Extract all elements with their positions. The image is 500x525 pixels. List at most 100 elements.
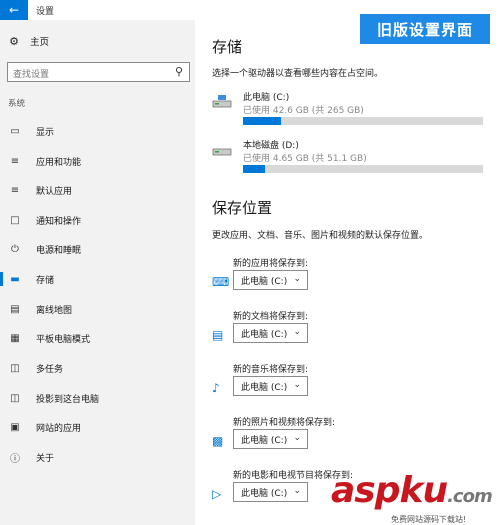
sidebar-item-label: 应用和功能 [36, 157, 82, 168]
sidebar-item-web-apps[interactable]: ▣ 网站的应用 [0, 417, 195, 437]
sidebar-item-projecting[interactable]: ◫ 投影到这台电脑 [0, 388, 195, 408]
sidebar-item-notifications[interactable]: □ 通知和操作 [0, 210, 195, 230]
search-placeholder: 查找设置 [13, 70, 50, 80]
picture-icon: ▩ [212, 434, 224, 448]
save-location-select[interactable]: 此电脑 (C:) ⌄ [233, 270, 308, 290]
sidebar-item-display[interactable]: ▭ 显示 [0, 121, 195, 141]
logo-dot: .com [447, 486, 493, 507]
project-icon: ◫ [10, 392, 20, 404]
sidebar-item-tablet-mode[interactable]: ▦ 平板电脑模式 [0, 328, 195, 348]
drive-usage-bar [243, 117, 483, 125]
sidebar-item-apps[interactable]: ≡ 应用和功能 [0, 151, 195, 171]
chevron-down-icon: ⌄ [293, 433, 301, 443]
power-icon: ⏻ [11, 243, 19, 255]
watermark-subtitle: 免费网站源码下载站! [391, 515, 467, 524]
sidebar-item-label: 多任务 [36, 364, 64, 375]
page-title: 存储 [212, 38, 243, 56]
drive-c[interactable]: 此电脑 (C:) 已使用 42.6 GB (共 265 GB) [212, 90, 483, 130]
chevron-down-icon: ⌄ [293, 486, 301, 496]
sidebar-item-about[interactable]: ⓘ 关于 [0, 447, 195, 467]
folder-icon: ▤ [212, 328, 224, 342]
chevron-down-icon: ⌄ [293, 327, 301, 337]
home-label: 主页 [30, 37, 50, 48]
watermark: aspku.com 免费网站源码下载站! [325, 470, 500, 525]
main-content: 旧版设置界面 存储 选择一个驱动器以查看哪些内容在占空间。 此电脑 (C:) 已… [195, 14, 500, 525]
section-label: 系统 [8, 99, 26, 109]
chevron-down-icon: ⌄ [293, 380, 301, 390]
map-icon: ▤ [10, 303, 20, 315]
active-indicator [0, 272, 3, 286]
drive-usage: 已使用 42.6 GB (共 265 GB) [243, 106, 364, 116]
save-location-label: 新的音乐将保存到: [233, 365, 309, 375]
back-button[interactable]: ← [0, 0, 28, 20]
logo-ku: ku [399, 470, 449, 511]
drive-name: 本地磁盘 (D:) [243, 141, 299, 151]
notification-icon: □ [10, 214, 20, 226]
drive-usage: 已使用 4.65 GB (共 51.1 GB) [243, 154, 367, 164]
drive-d[interactable]: 本地磁盘 (D:) 已使用 4.65 GB (共 51.1 GB) [212, 138, 483, 178]
sidebar-item-label: 电源和睡眠 [36, 245, 82, 256]
save-location-label: 新的文档将保存到: [233, 312, 309, 322]
local-drive-icon [212, 148, 232, 156]
save-location-select[interactable]: 此电脑 (C:) ⌄ [233, 482, 308, 502]
save-location-select[interactable]: 此电脑 (C:) ⌄ [233, 323, 308, 343]
old-settings-badge: 旧版设置界面 [360, 14, 490, 44]
drive-usage-bar [243, 165, 483, 173]
storage-icon: ▬ [10, 273, 20, 285]
sidebar-item-label: 投影到这台电脑 [36, 394, 100, 405]
drive-name: 此电脑 (C:) [243, 93, 290, 103]
info-icon: ⓘ [10, 453, 20, 465]
watermark-logo: aspku.com [331, 470, 493, 511]
select-value: 此电脑 (C:) [241, 382, 288, 393]
save-location-music: 新的音乐将保存到: ♪ 此电脑 (C:) ⌄ [212, 362, 492, 407]
select-value: 此电脑 (C:) [241, 276, 288, 287]
sidebar-item-default-apps[interactable]: ≡ 默认应用 [0, 180, 195, 200]
sidebar-item-label: 网站的应用 [36, 423, 82, 434]
save-locations-description: 更改应用、文档、音乐、图片和视频的默认保存位置。 [212, 231, 429, 241]
select-value: 此电脑 (C:) [241, 435, 288, 446]
arrow-left-icon: ← [8, 3, 20, 17]
video-icon: ▷ [212, 487, 222, 501]
sidebar-item-label: 默认应用 [36, 186, 73, 197]
system-drive-icon [212, 95, 232, 108]
storage-description: 选择一个驱动器以查看哪些内容在占空间。 [212, 69, 384, 79]
tablet-icon: ▦ [10, 332, 20, 344]
sidebar-item-power[interactable]: ⏻ 电源和睡眠 [0, 239, 195, 259]
list-icon: ≡ [10, 155, 20, 167]
select-value: 此电脑 (C:) [241, 488, 288, 499]
sidebar-item-multitasking[interactable]: ◫ 多任务 [0, 358, 195, 378]
keyboard-icon: ⌨ [212, 275, 230, 289]
window-title: 设置 [36, 7, 55, 17]
web-app-icon: ▣ [10, 421, 20, 433]
sidebar: ⚙ 主页 查找设置 ⚲ 系统 ▭ 显示 ≡ 应用和功能 ≡ 默认应用 □ 通知和… [0, 20, 195, 525]
save-location-select[interactable]: 此电脑 (C:) ⌄ [233, 376, 308, 396]
search-input[interactable]: 查找设置 ⚲ [7, 62, 190, 82]
sidebar-item-label: 平板电脑模式 [36, 334, 91, 345]
monitor-icon: ▭ [10, 125, 20, 137]
music-note-icon: ♪ [212, 381, 220, 395]
sidebar-item-label: 通知和操作 [36, 216, 82, 227]
select-value: 此电脑 (C:) [241, 329, 288, 340]
chevron-down-icon: ⌄ [293, 274, 301, 284]
save-location-documents: 新的文档将保存到: ▤ 此电脑 (C:) ⌄ [212, 309, 492, 354]
save-location-select[interactable]: 此电脑 (C:) ⌄ [233, 429, 308, 449]
save-location-apps: 新的应用将保存到: ⌨ 此电脑 (C:) ⌄ [212, 256, 492, 301]
save-location-photos: 新的照片和视频将保存到: ▩ 此电脑 (C:) ⌄ [212, 415, 492, 460]
sidebar-item-offline-maps[interactable]: ▤ 离线地图 [0, 299, 195, 319]
drive-usage-fill [243, 117, 282, 125]
sidebar-item-label: 显示 [36, 127, 55, 138]
save-location-label: 新的照片和视频将保存到: [233, 418, 336, 428]
default-apps-icon: ≡ [10, 184, 20, 196]
save-locations-title: 保存位置 [212, 199, 273, 217]
logo-main: asp [331, 470, 400, 511]
sidebar-item-label: 存储 [36, 275, 55, 286]
save-location-label: 新的应用将保存到: [233, 259, 309, 269]
gear-icon: ⚙ [9, 34, 19, 48]
home-link[interactable]: ⚙ 主页 [8, 34, 50, 49]
sidebar-item-label: 离线地图 [36, 305, 73, 316]
drive-usage-fill [243, 165, 265, 173]
sidebar-item-label: 关于 [36, 453, 55, 464]
search-icon: ⚲ [174, 65, 183, 78]
sidebar-item-storage[interactable]: ▬ 存储 [0, 269, 195, 289]
multitask-icon: ◫ [10, 362, 20, 374]
